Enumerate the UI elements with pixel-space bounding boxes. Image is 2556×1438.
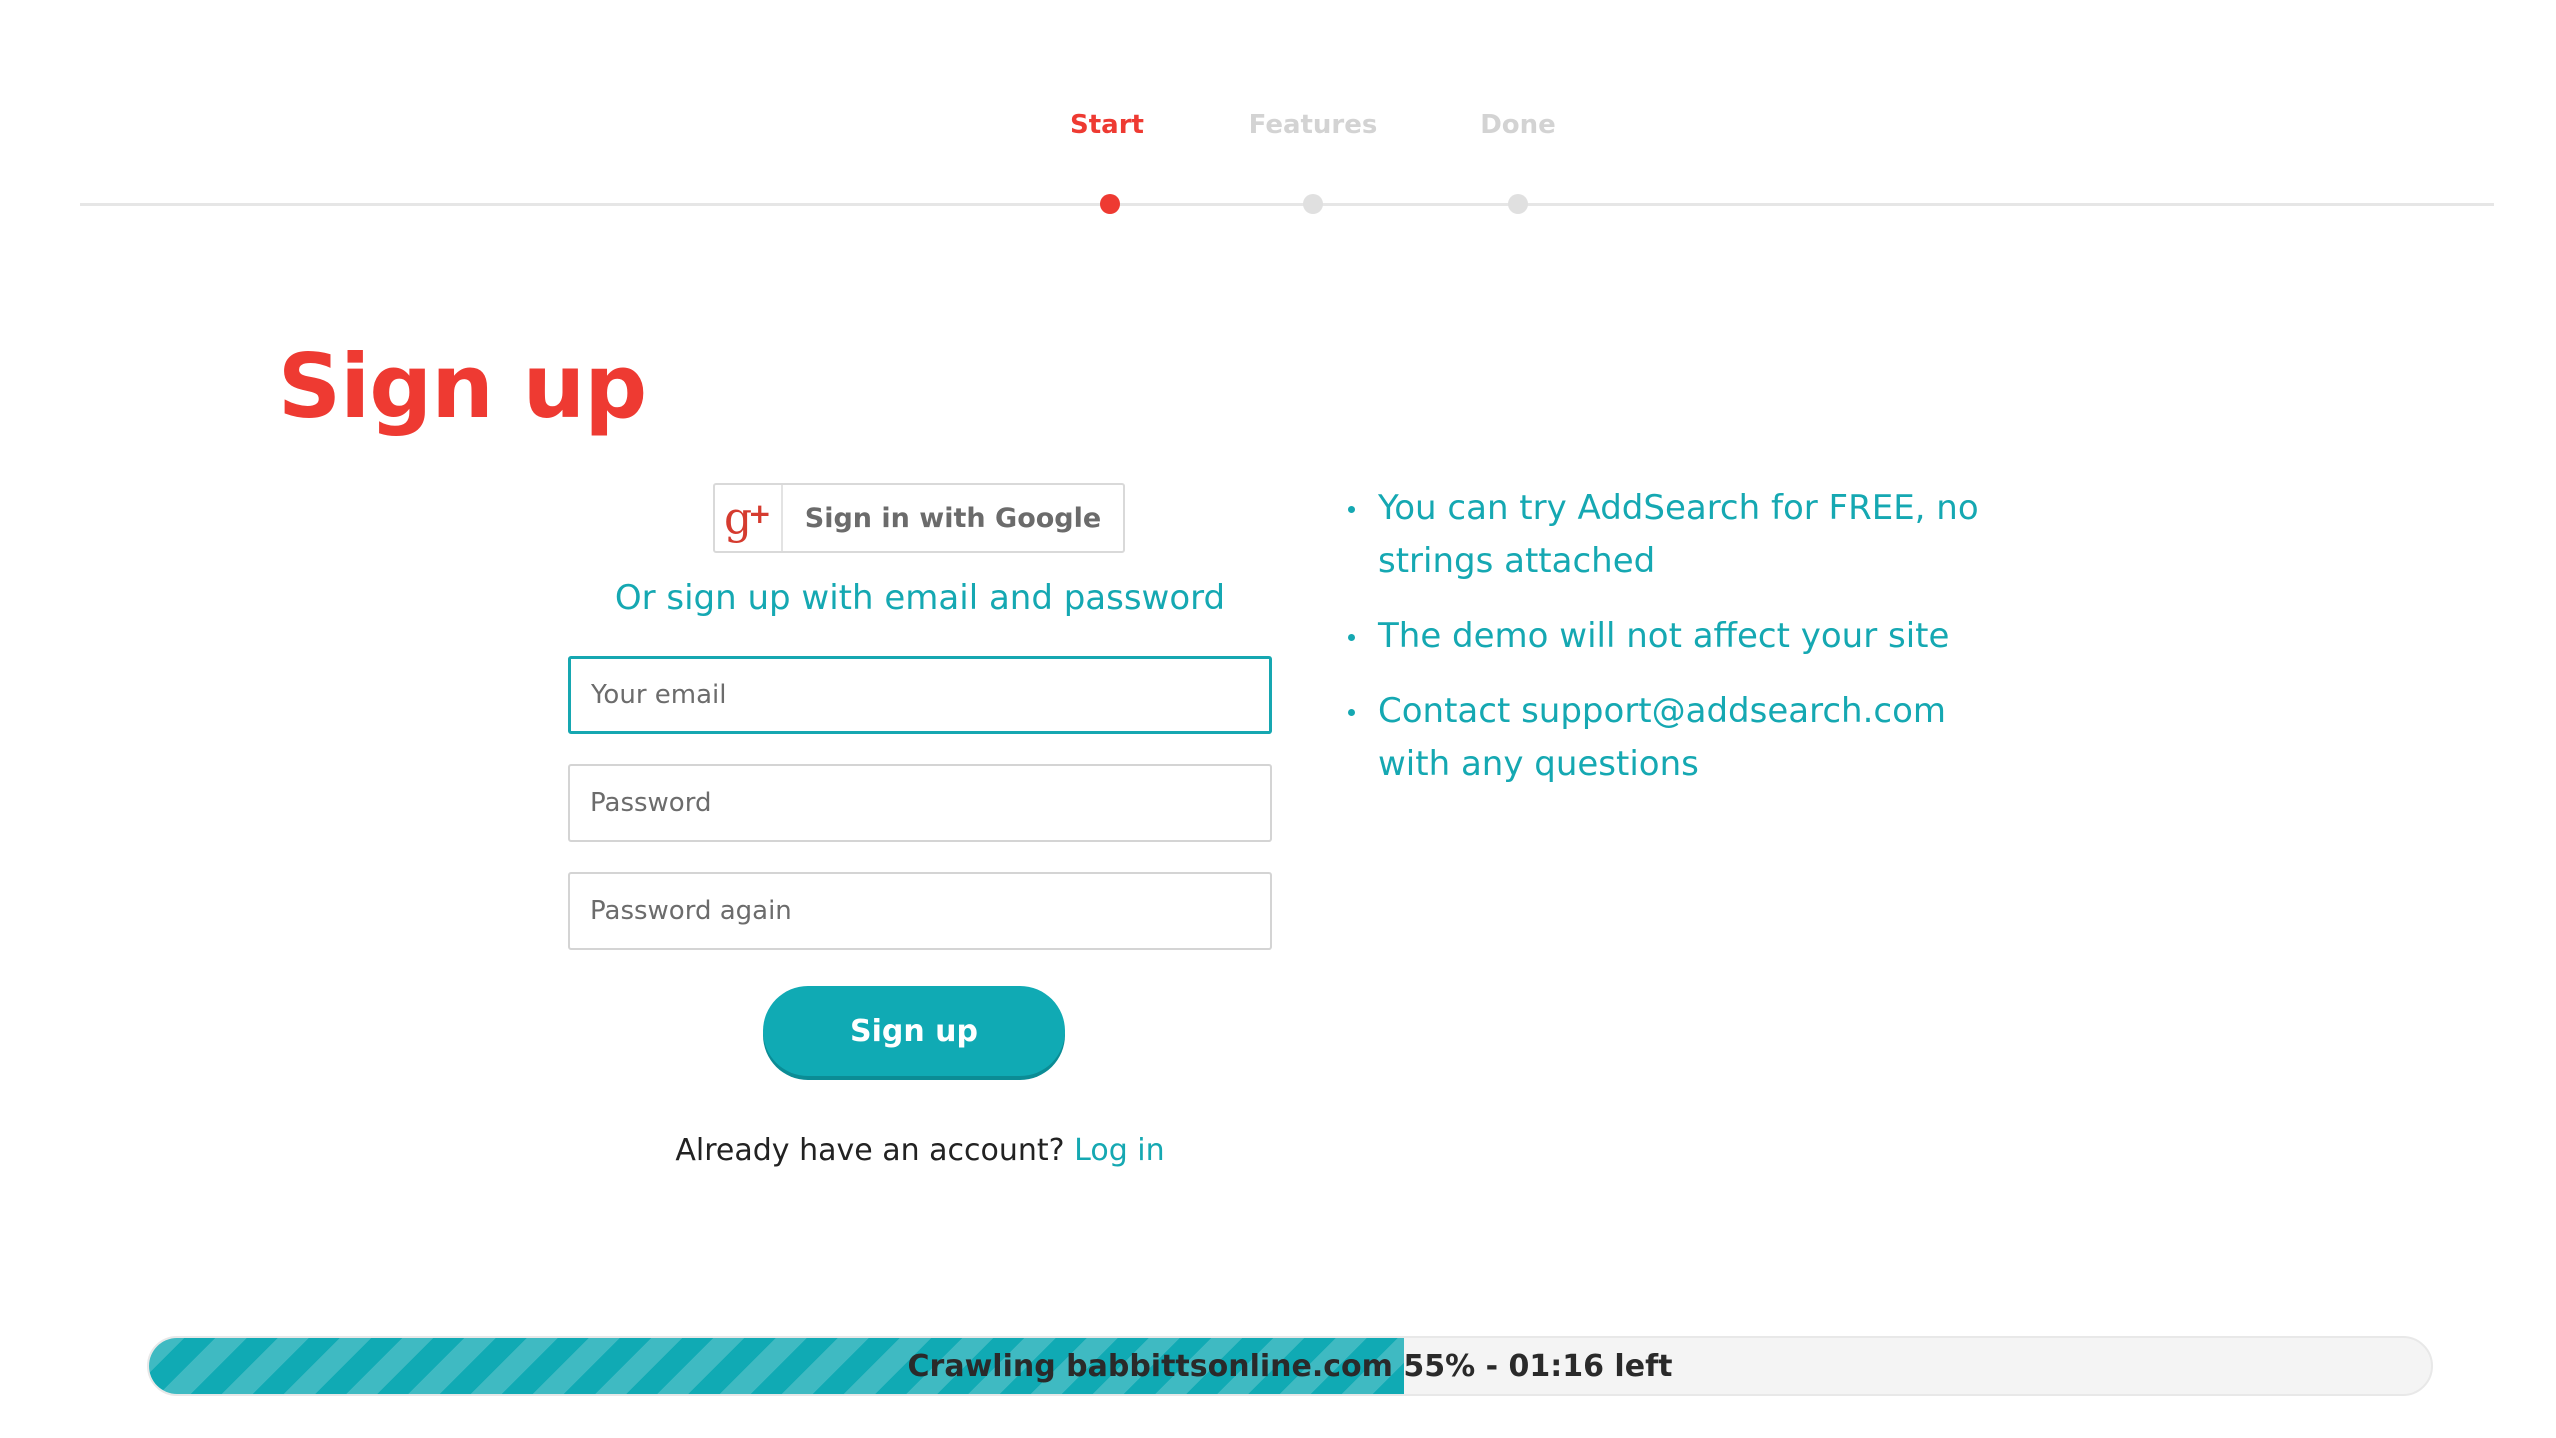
step-features-dot bbox=[1303, 194, 1323, 214]
signup-page: Start Features Done Sign up g + Sign in … bbox=[0, 0, 2556, 1438]
page-title-text: Sign up bbox=[277, 335, 647, 438]
login-prompt-text: Already have an account? bbox=[675, 1133, 1065, 1168]
info-list: You can try AddSearch for FREE, no strin… bbox=[1348, 482, 2028, 813]
step-start-dot bbox=[1100, 194, 1120, 214]
signup-button[interactable]: Sign up bbox=[763, 986, 1065, 1076]
stepper-track bbox=[80, 203, 2494, 206]
google-signin-label: Sign in with Google bbox=[804, 502, 1102, 534]
login-prompt: Already have an account? Log in bbox=[520, 1133, 1320, 1168]
info-item: Contact support@addsearch.com with any q… bbox=[1348, 685, 2028, 791]
svg-text:+: + bbox=[748, 497, 771, 530]
info-item: You can try AddSearch for FREE, no strin… bbox=[1348, 482, 2028, 588]
page-title: Sign up bbox=[0, 335, 1846, 438]
login-link[interactable]: Log in bbox=[1074, 1133, 1164, 1168]
step-features-label: Features bbox=[1248, 110, 1378, 140]
google-signin-button[interactable]: g + Sign in with Google bbox=[713, 483, 1125, 553]
step-done-dot bbox=[1508, 194, 1528, 214]
step-start-label: Start bbox=[1070, 110, 1144, 140]
step-done-label: Done bbox=[1480, 110, 1556, 140]
google-plus-icon: g + bbox=[715, 485, 783, 551]
email-field[interactable] bbox=[568, 656, 1272, 734]
password-again-field[interactable] bbox=[568, 872, 1272, 950]
crawl-progress-bar: Crawling babbittsonline.com 55% - 01:16 … bbox=[147, 1336, 2433, 1396]
info-item: The demo will not affect your site bbox=[1348, 610, 2028, 663]
alt-signup-text: Or sign up with email and password bbox=[614, 578, 1226, 618]
crawl-status-text: Crawling babbittsonline.com 55% - 01:16 … bbox=[907, 1348, 1673, 1384]
password-field[interactable] bbox=[568, 764, 1272, 842]
